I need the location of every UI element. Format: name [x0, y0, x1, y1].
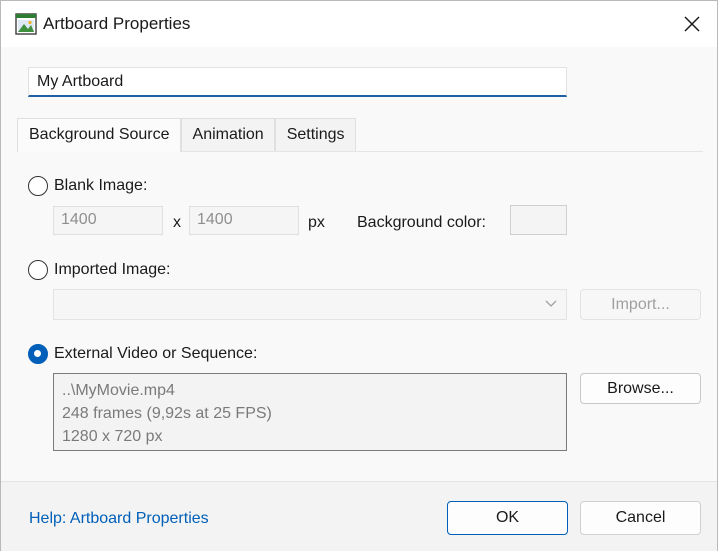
- dimension-separator: x: [173, 214, 181, 231]
- close-icon: [684, 16, 700, 32]
- dialog-body: Background Source Animation Settings Bla…: [1, 47, 717, 481]
- artboard-properties-dialog: Artboard Properties Background Source An…: [0, 0, 718, 551]
- background-color-label: Background color:: [357, 214, 486, 231]
- close-button[interactable]: [675, 7, 709, 41]
- import-button[interactable]: Import...: [580, 289, 701, 320]
- imported-image-label: Imported Image:: [54, 261, 171, 278]
- blank-image-label: Blank Image:: [54, 177, 148, 194]
- artboard-app-icon: [15, 13, 37, 35]
- background-color-swatch[interactable]: [510, 205, 567, 235]
- imported-image-radio-row[interactable]: Imported Image:: [28, 260, 171, 280]
- artboard-name-input[interactable]: [28, 67, 567, 97]
- imported-image-dropdown[interactable]: [53, 289, 567, 320]
- video-file-path: ..\MyMovie.mp4: [62, 382, 175, 399]
- height-input[interactable]: 1400: [189, 206, 299, 235]
- video-resolution: 1280 x 720 px: [62, 428, 163, 445]
- ok-button[interactable]: OK: [447, 501, 568, 535]
- chevron-down-icon: [545, 300, 557, 307]
- external-video-radio-row[interactable]: External Video or Sequence:: [28, 344, 257, 364]
- external-video-radio[interactable]: [28, 344, 48, 364]
- tab-animation[interactable]: Animation: [180, 118, 275, 151]
- tab-strip: Background Source Animation Settings: [17, 118, 356, 152]
- dialog-title: Artboard Properties: [43, 14, 191, 33]
- video-frame-info: 248 frames (9,92s at 25 FPS): [62, 405, 272, 422]
- external-video-label: External Video or Sequence:: [54, 345, 258, 362]
- blank-image-radio-row[interactable]: Blank Image:: [28, 176, 147, 196]
- help-link[interactable]: Help: Artboard Properties: [29, 510, 209, 528]
- unit-label: px: [308, 214, 325, 231]
- cancel-button[interactable]: Cancel: [580, 501, 701, 535]
- dialog-footer: Help: Artboard Properties OK Cancel: [1, 481, 717, 551]
- tab-background-source[interactable]: Background Source: [17, 118, 181, 152]
- blank-image-radio[interactable]: [28, 176, 48, 196]
- tab-settings[interactable]: Settings: [274, 118, 356, 151]
- browse-button[interactable]: Browse...: [580, 373, 701, 404]
- imported-image-radio[interactable]: [28, 260, 48, 280]
- title-bar: Artboard Properties: [1, 1, 717, 47]
- width-input[interactable]: 1400: [53, 206, 163, 235]
- video-info-box: ..\MyMovie.mp4 248 frames (9,92s at 25 F…: [53, 373, 567, 451]
